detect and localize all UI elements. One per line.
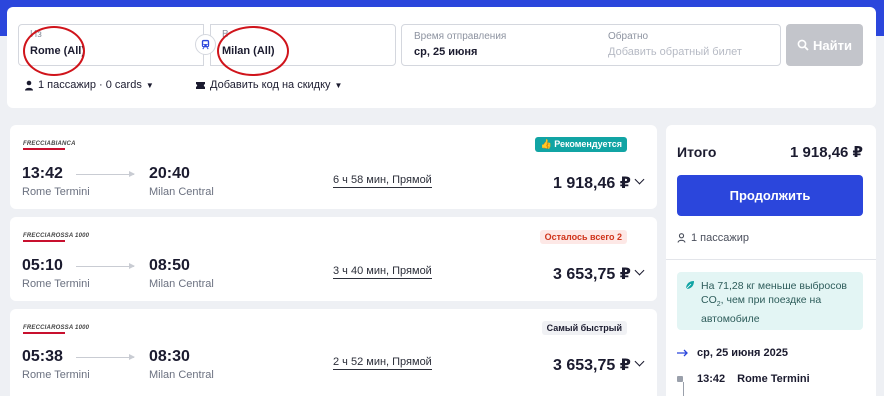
seats-left-badge: Осталось всего 2 (539, 230, 627, 244)
passengers-selector[interactable]: 1 пассажир · 0 cards ▼ (24, 79, 154, 91)
trip-duration-link[interactable]: 2 ч 52 мин, Прямой (333, 356, 432, 370)
search-button[interactable]: Найти (786, 24, 863, 66)
direction-arrow (76, 354, 135, 360)
arrival-station: Milan Central (149, 369, 214, 381)
price: 3 653,75 ₽ (553, 266, 631, 283)
direction-arrow (76, 263, 135, 269)
arrival-time: 08:50 (149, 257, 190, 274)
expand-chevron-icon[interactable] (634, 174, 645, 185)
summary-title: Итого (677, 144, 717, 160)
depart-label: Время отправления (414, 31, 507, 42)
search-button-label: Найти (813, 37, 852, 53)
leaf-icon (685, 281, 694, 290)
chevron-down-icon: ▼ (334, 80, 343, 90)
departure-time: 13:42 (22, 165, 63, 182)
arrow-right-icon (677, 349, 688, 357)
return-placeholder[interactable]: Добавить обратный билет (608, 46, 742, 58)
annotation-circle-to (217, 26, 289, 76)
chevron-down-icon: ▼ (145, 80, 154, 90)
train-icon (201, 39, 210, 50)
discount-label: Добавить код на скидку (210, 79, 331, 91)
arrival-station: Milan Central (149, 186, 214, 198)
departure-station: Rome Termini (22, 186, 90, 198)
discount-selector[interactable]: Добавить код на скидку ▼ (195, 79, 342, 91)
order-summary: Итого 1 918,46 ₽ Продолжить 1 пассажир Н… (666, 125, 876, 396)
date-field[interactable]: Время отправления ср, 25 июня Обратно До… (401, 24, 781, 66)
arrival-time: 20:40 (149, 165, 190, 182)
ticket-icon (196, 81, 205, 89)
depart-value: ср, 25 июня (414, 46, 478, 58)
search-icon (797, 39, 809, 51)
result-card[interactable]: FRECCIAROSSA 1000 Осталось всего 2 05:10… (10, 217, 657, 301)
departure-time: 05:10 (22, 257, 63, 274)
trip-duration-link[interactable]: 3 ч 40 мин, Прямой (333, 265, 432, 279)
passengers-label: 1 пассажир · 0 cards (38, 79, 142, 91)
trip-duration-link[interactable]: 6 ч 58 мин, Прямой (333, 174, 432, 188)
operator-logo: FRECCIABIANCA (23, 141, 76, 150)
summary-total: 1 918,46 ₽ (790, 144, 863, 161)
departure-station: Rome Termini (22, 278, 90, 290)
arrival-station: Milan Central (149, 278, 214, 290)
thumbs-up-icon: 👍 (540, 139, 552, 149)
passenger-count: 1 пассажир (677, 232, 749, 244)
trip-first-stop: 13:42 Rome Termini (677, 373, 810, 385)
result-card[interactable]: FRECCIAROSSA 1000 Самый быстрый 05:38 Ro… (10, 309, 657, 396)
annotation-circle-from (23, 26, 85, 76)
departure-station: Rome Termini (22, 369, 90, 381)
direction-arrow (76, 171, 135, 177)
continue-button[interactable]: Продолжить (677, 175, 863, 216)
swap-stations-button[interactable] (195, 34, 216, 55)
operator-logo: FRECCIAROSSA 1000 (23, 325, 89, 334)
price: 1 918,46 ₽ (553, 175, 631, 192)
result-card[interactable]: FRECCIABIANCA 👍 Рекомендуется 13:42 Rome… (10, 125, 657, 209)
person-icon (25, 80, 33, 90)
eco-info-box: На 71,28 кг меньше выбросов CO2, чем при… (677, 272, 863, 330)
price: 3 653,75 ₽ (553, 357, 631, 374)
recommended-badge: 👍 Рекомендуется (535, 137, 627, 152)
divider (666, 259, 876, 260)
search-panel: Из Rome (All) В Milan (All) Время отправ… (7, 7, 876, 108)
timeline-dot (677, 376, 683, 382)
return-label: Обратно (608, 31, 649, 42)
departure-time: 05:38 (22, 348, 63, 365)
expand-chevron-icon[interactable] (634, 356, 645, 367)
trip-date: ср, 25 июня 2025 (677, 347, 788, 359)
operator-logo: FRECCIAROSSA 1000 (23, 233, 89, 242)
fastest-badge: Самый быстрый (541, 321, 627, 335)
arrival-time: 08:30 (149, 348, 190, 365)
person-icon (677, 233, 686, 243)
expand-chevron-icon[interactable] (634, 265, 645, 276)
